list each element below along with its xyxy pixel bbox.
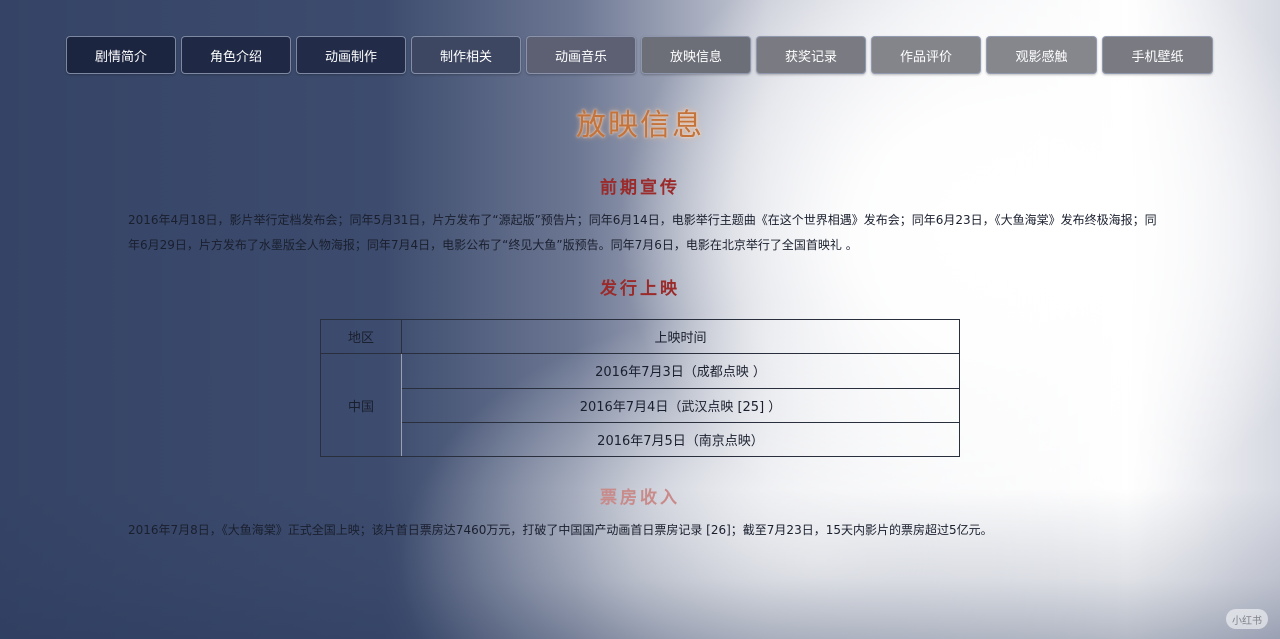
nav-item-plot[interactable]: 剧情简介	[66, 36, 176, 74]
table-cell-region: 中国	[320, 353, 402, 457]
nav-item-music[interactable]: 动画音乐	[526, 36, 636, 74]
section-heading-promotion: 前期宣传	[600, 178, 680, 198]
nav-item-production-related[interactable]: 制作相关	[411, 36, 521, 74]
table-header-row: 地区 上映时间	[320, 318, 960, 355]
nav-item-animation-production[interactable]: 动画制作	[296, 36, 406, 74]
table-row: 2016年7月4日（武汉点映 [25] ）	[321, 387, 960, 423]
table-row: 中国 2016年7月3日（成都点映 ）	[320, 353, 960, 457]
table-header-region: 地区	[320, 318, 402, 355]
table-header-date: 上映时间	[401, 318, 960, 355]
release-table: 地区 上映时间 中国 2016年7月3日（成都点映 ） 2016年7月4日（武汉…	[320, 318, 960, 458]
box-office-paragraph: 2016年7月8日，《大鱼海棠》正式全国上映；该片首日票房达7460万元，打破了…	[128, 523, 993, 537]
nav-item-wallpapers[interactable]: 手机壁纸	[1102, 36, 1213, 74]
table-cell-date: 2016年7月3日（成都点映 ）	[401, 353, 960, 389]
watermark-logo: 小红书	[1226, 609, 1268, 629]
section-heading-release: 发行上映	[600, 279, 680, 299]
nav-item-awards[interactable]: 获奖记录	[756, 36, 866, 74]
nav-item-impressions[interactable]: 观影感触	[986, 36, 1097, 74]
table-cell-date: 2016年7月4日（武汉点映 [25] ）	[401, 387, 960, 423]
table-cell-date: 2016年7月5日（南京点映）	[401, 421, 960, 458]
section-heading-box-office: 票房收入	[600, 488, 680, 508]
table-row: 2016年7月5日（南京点映）	[321, 421, 960, 458]
page-content: 剧情简介 角色介绍 动画制作 制作相关 动画音乐 放映信息 获奖记录 作品评价 …	[0, 0, 1280, 639]
nav-item-screening-info[interactable]: 放映信息	[641, 36, 751, 74]
nav-item-reviews[interactable]: 作品评价	[871, 36, 981, 74]
nav-item-characters[interactable]: 角色介绍	[181, 36, 291, 74]
top-nav: 剧情简介 角色介绍 动画制作 制作相关 动画音乐 放映信息 获奖记录 作品评价 …	[66, 36, 1213, 74]
promotion-paragraph: 2016年4月18日，影片举行定档发布会；同年5月31日，片方发布了“源起版”预…	[128, 213, 1157, 252]
page-title: 放映信息	[576, 108, 704, 143]
